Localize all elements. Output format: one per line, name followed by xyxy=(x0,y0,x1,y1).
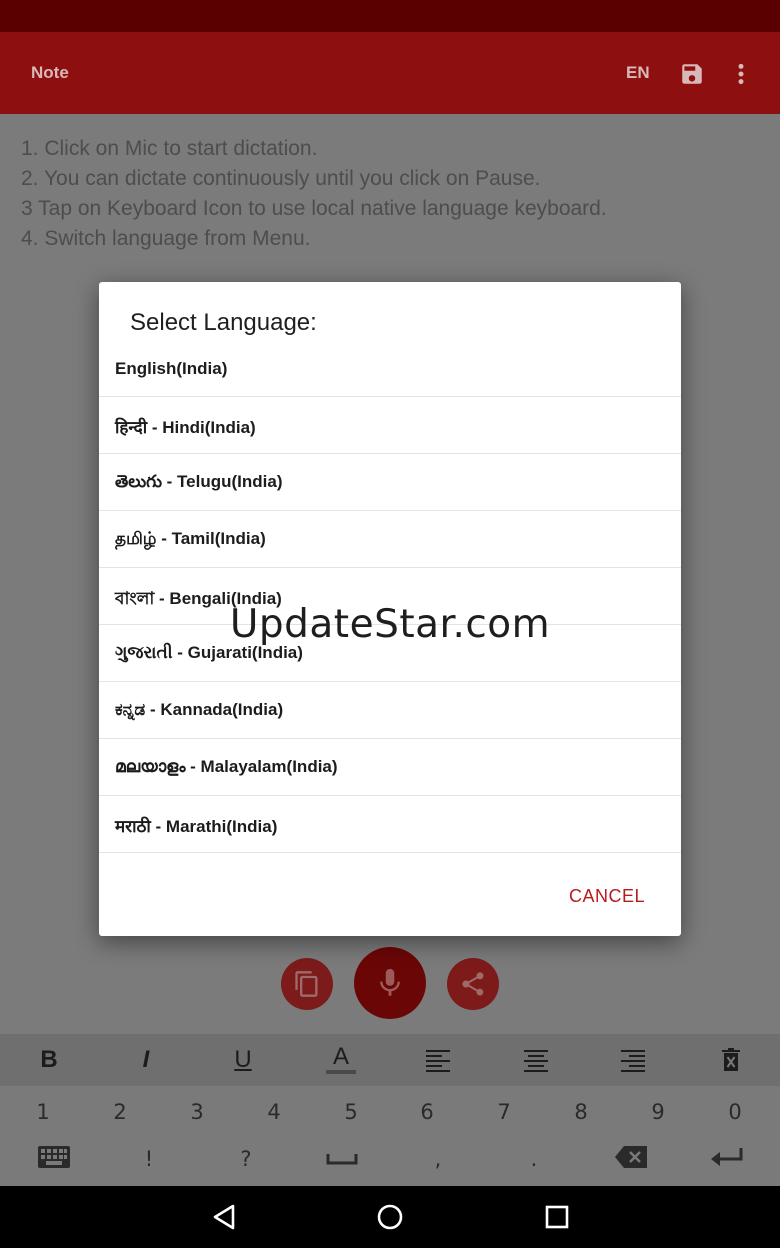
share-button[interactable] xyxy=(447,958,499,1010)
key-3[interactable]: 3 xyxy=(177,1100,217,1124)
dialog-title: Select Language: xyxy=(130,309,317,336)
app-bar: Note EN xyxy=(0,32,780,114)
instruction-line: 1. Click on Mic to start dictation. xyxy=(21,137,318,160)
align-left-icon xyxy=(426,1050,450,1072)
delete-icon xyxy=(722,1048,740,1071)
language-item-marathi[interactable]: मराठी - Marathi(India) xyxy=(99,796,681,853)
keyboard-icon[interactable] xyxy=(38,1146,70,1168)
more-options-icon[interactable] xyxy=(734,61,748,87)
language-label: मराठी - Marathi(India) xyxy=(115,817,278,836)
space-key-icon[interactable] xyxy=(326,1152,358,1166)
key-exclamation[interactable]: ! xyxy=(129,1147,169,1171)
save-icon[interactable] xyxy=(679,61,705,87)
language-item-malayalam[interactable]: മലയാളം - Malayalam(India) xyxy=(99,739,681,796)
app-title: Note xyxy=(31,63,69,82)
copy-button[interactable] xyxy=(281,958,333,1010)
key-4[interactable]: 4 xyxy=(254,1100,294,1124)
format-toolbar: B I U A xyxy=(0,1034,780,1086)
language-item-english[interactable]: English(India) xyxy=(99,340,681,397)
instruction-line: 3 Tap on Keyboard Icon to use local nati… xyxy=(21,197,607,220)
language-item-telugu[interactable]: తెలుగు - Telugu(India) xyxy=(99,454,681,511)
mic-button[interactable] xyxy=(354,947,426,1019)
language-code-button[interactable]: EN xyxy=(626,63,650,83)
align-center-icon xyxy=(524,1050,548,1072)
underline-button[interactable]: U xyxy=(213,1034,273,1086)
navigation-bar xyxy=(0,1186,780,1248)
back-icon[interactable] xyxy=(212,1204,236,1230)
watermark: UpdateStar.com xyxy=(229,602,551,647)
align-left-button[interactable] xyxy=(408,1034,468,1086)
key-comma[interactable]: , xyxy=(418,1147,458,1171)
underline-label: U xyxy=(234,1046,252,1073)
keyboard: 1 2 3 4 5 6 7 8 9 0 ! ? , . xyxy=(0,1086,780,1186)
language-label: മലയാളം - Malayalam(India) xyxy=(115,757,338,776)
language-label: हिन्दी - Hindi(India) xyxy=(115,418,256,437)
key-period[interactable]: . xyxy=(514,1147,554,1171)
key-6[interactable]: 6 xyxy=(407,1100,447,1124)
align-right-icon xyxy=(621,1050,645,1072)
language-label: తెలుగు - Telugu(India) xyxy=(115,472,283,491)
backspace-icon[interactable] xyxy=(614,1145,648,1169)
instruction-line: 2. You can dictate continuously until yo… xyxy=(21,167,541,190)
status-bar xyxy=(0,0,780,32)
language-item-hindi[interactable]: हिन्दी - Hindi(India) xyxy=(99,397,681,454)
align-right-button[interactable] xyxy=(603,1034,663,1086)
italic-label: I xyxy=(142,1046,150,1073)
key-0[interactable]: 0 xyxy=(715,1100,755,1124)
bold-button[interactable]: B xyxy=(19,1034,79,1086)
language-item-kannada[interactable]: ಕನ್ನಡ - Kannada(India) xyxy=(99,682,681,739)
copy-icon xyxy=(295,971,318,997)
key-5[interactable]: 5 xyxy=(331,1100,371,1124)
key-question[interactable]: ? xyxy=(226,1147,266,1171)
align-center-button[interactable] xyxy=(506,1034,566,1086)
clear-button[interactable] xyxy=(701,1034,761,1086)
language-label: English(India) xyxy=(115,359,228,378)
language-label: தமிழ் - Tamil(India) xyxy=(115,529,266,548)
mic-icon xyxy=(380,968,400,996)
language-label: ಕನ್ನಡ - Kannada(India) xyxy=(115,700,284,719)
recents-icon[interactable] xyxy=(545,1205,569,1229)
text-color-button[interactable]: A xyxy=(311,1034,371,1086)
key-8[interactable]: 8 xyxy=(561,1100,601,1124)
key-2[interactable]: 2 xyxy=(100,1100,140,1124)
enter-icon[interactable] xyxy=(710,1146,744,1168)
key-9[interactable]: 9 xyxy=(638,1100,678,1124)
share-icon xyxy=(462,972,484,996)
bold-label: B xyxy=(40,1046,58,1073)
text-color-label: A xyxy=(332,1043,349,1070)
italic-button[interactable]: I xyxy=(116,1034,176,1086)
key-1[interactable]: 1 xyxy=(23,1100,63,1124)
language-item-tamil[interactable]: தமிழ் - Tamil(India) xyxy=(99,511,681,568)
instructions: 1. Click on Mic to start dictation. 2. Y… xyxy=(21,134,607,254)
key-7[interactable]: 7 xyxy=(484,1100,524,1124)
cancel-button[interactable]: CANCEL xyxy=(569,886,645,907)
home-icon[interactable] xyxy=(376,1203,404,1231)
instruction-line: 4. Switch language from Menu. xyxy=(21,227,311,250)
text-color-bar xyxy=(326,1070,356,1074)
